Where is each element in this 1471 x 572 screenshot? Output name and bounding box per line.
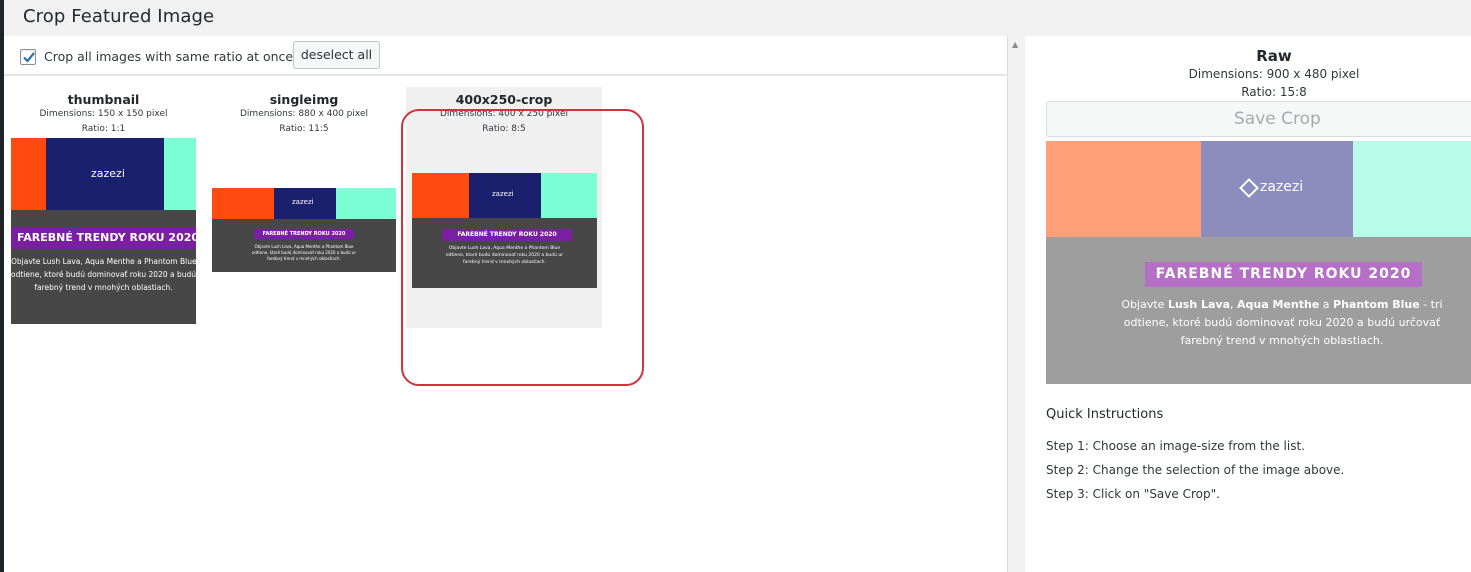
size-card-singleimg[interactable]: singleimg Dimensions: 880 x 400 pixel Ra… <box>212 92 396 272</box>
logo-text: zazezi <box>292 198 314 206</box>
instruction-step-1: Step 1: Choose an image-size from the li… <box>1046 439 1305 453</box>
page-title: Crop Featured Image <box>23 6 215 27</box>
image-sizes-panel: Crop all images with same ratio at once … <box>4 36 1008 572</box>
description-line: Objavte Lush Lava, Aqua Menthe a Phantom… <box>1121 298 1443 311</box>
deselect-all-button[interactable]: deselect all <box>293 41 380 69</box>
description-line: odtiene, ktoré budú dominovať roku 2020 … <box>11 270 196 279</box>
logo-text: zazezi <box>1260 179 1304 195</box>
instruction-step-2: Step 2: Change the selection of the imag… <box>1046 463 1345 477</box>
save-crop-button[interactable]: Save Crop <box>1046 101 1471 137</box>
description-line: farebný trend v mnohých oblastiach. <box>267 256 341 261</box>
size-ratio: Ratio: 11:5 <box>279 124 329 134</box>
description-line: odtiene, ktoré budú dominovať roku 2020 … <box>1123 316 1441 329</box>
modal-header: Crop Featured Image <box>4 0 1471 36</box>
size-dimensions: Dimensions: 880 x 400 pixel <box>240 109 368 119</box>
crop-all-label[interactable]: Crop all images with same ratio at once <box>44 49 293 64</box>
raw-dimensions: Dimensions: 900 x 480 pixel <box>1188 67 1360 81</box>
logo-text: zazezi <box>91 167 125 180</box>
size-card-thumbnail[interactable]: thumbnail Dimensions: 150 x 150 pixel Ra… <box>11 92 196 324</box>
banner-text: FAREBNÉ TRENDY ROKU 2020 <box>254 229 354 239</box>
banner-text: FAREBNÉ TRENDY ROKU 2020 <box>11 227 196 249</box>
instructions-title: Quick Instructions <box>1046 407 1164 422</box>
description-line: Objavte Lush Lava, Aqua Menthe a Phantom… <box>254 244 354 249</box>
crop-editor-image[interactable]: zazezi FAREBNÉ TRENDY ROKU 2020 Objavte … <box>1046 141 1471 384</box>
size-dimensions: Dimensions: 150 x 150 pixel <box>39 109 168 119</box>
size-name: singleimg <box>269 92 339 107</box>
size-ratio: Ratio: 1:1 <box>81 124 126 134</box>
thumbnail-preview-image: zazezi FAREBNÉ TRENDY ROKU 2020 Objavte … <box>11 138 196 324</box>
scroll-up-icon[interactable]: ▲ <box>1012 40 1018 49</box>
size-name: 400x250-crop <box>455 92 553 107</box>
instruction-step-3: Step 3: Click on "Save Crop". <box>1046 487 1220 501</box>
raw-ratio: Ratio: 15:8 <box>1241 85 1307 99</box>
selection-highlight <box>401 109 644 386</box>
description-line: farebný trend v mnohých oblastiach. <box>34 283 173 292</box>
singleimg-preview-image: zazezi FAREBNÉ TRENDY ROKU 2020 Objavte … <box>212 188 396 272</box>
size-name: thumbnail <box>67 92 140 107</box>
crop-editor-panel: Raw Dimensions: 900 x 480 pixel Ratio: 1… <box>1025 36 1471 572</box>
raw-title: Raw <box>1256 47 1292 65</box>
description-line: Objavte Lush Lava, Aqua Menthe a Phantom… <box>11 257 196 266</box>
banner-text: FAREBNÉ TRENDY ROKU 2020 <box>1145 262 1422 287</box>
panel-scrollbar[interactable]: ▲ <box>1008 36 1025 572</box>
toolbar: Crop all images with same ratio at once … <box>4 36 1008 76</box>
description-line: odtiene, ktoré budú dominovať roku 2020 … <box>251 250 357 255</box>
crop-all-checkbox[interactable] <box>20 49 36 65</box>
checkmark-icon <box>23 52 35 63</box>
description-line: farebný trend v mnohých oblastiach. <box>1180 334 1384 347</box>
